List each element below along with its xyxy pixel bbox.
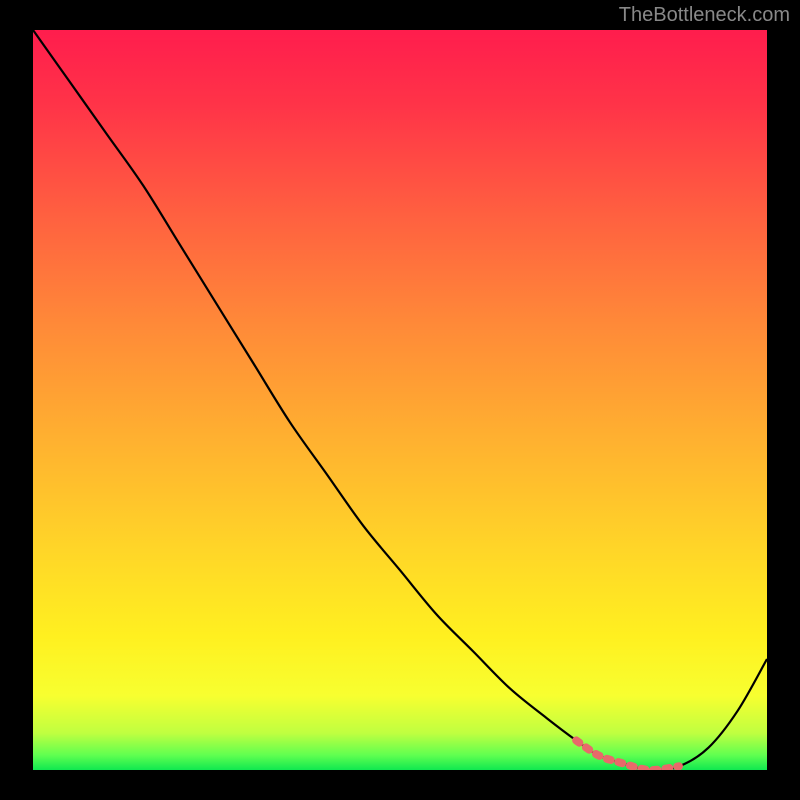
highlight-segment <box>33 30 767 770</box>
plot-area <box>33 30 767 770</box>
attribution-label: TheBottleneck.com <box>619 4 790 27</box>
